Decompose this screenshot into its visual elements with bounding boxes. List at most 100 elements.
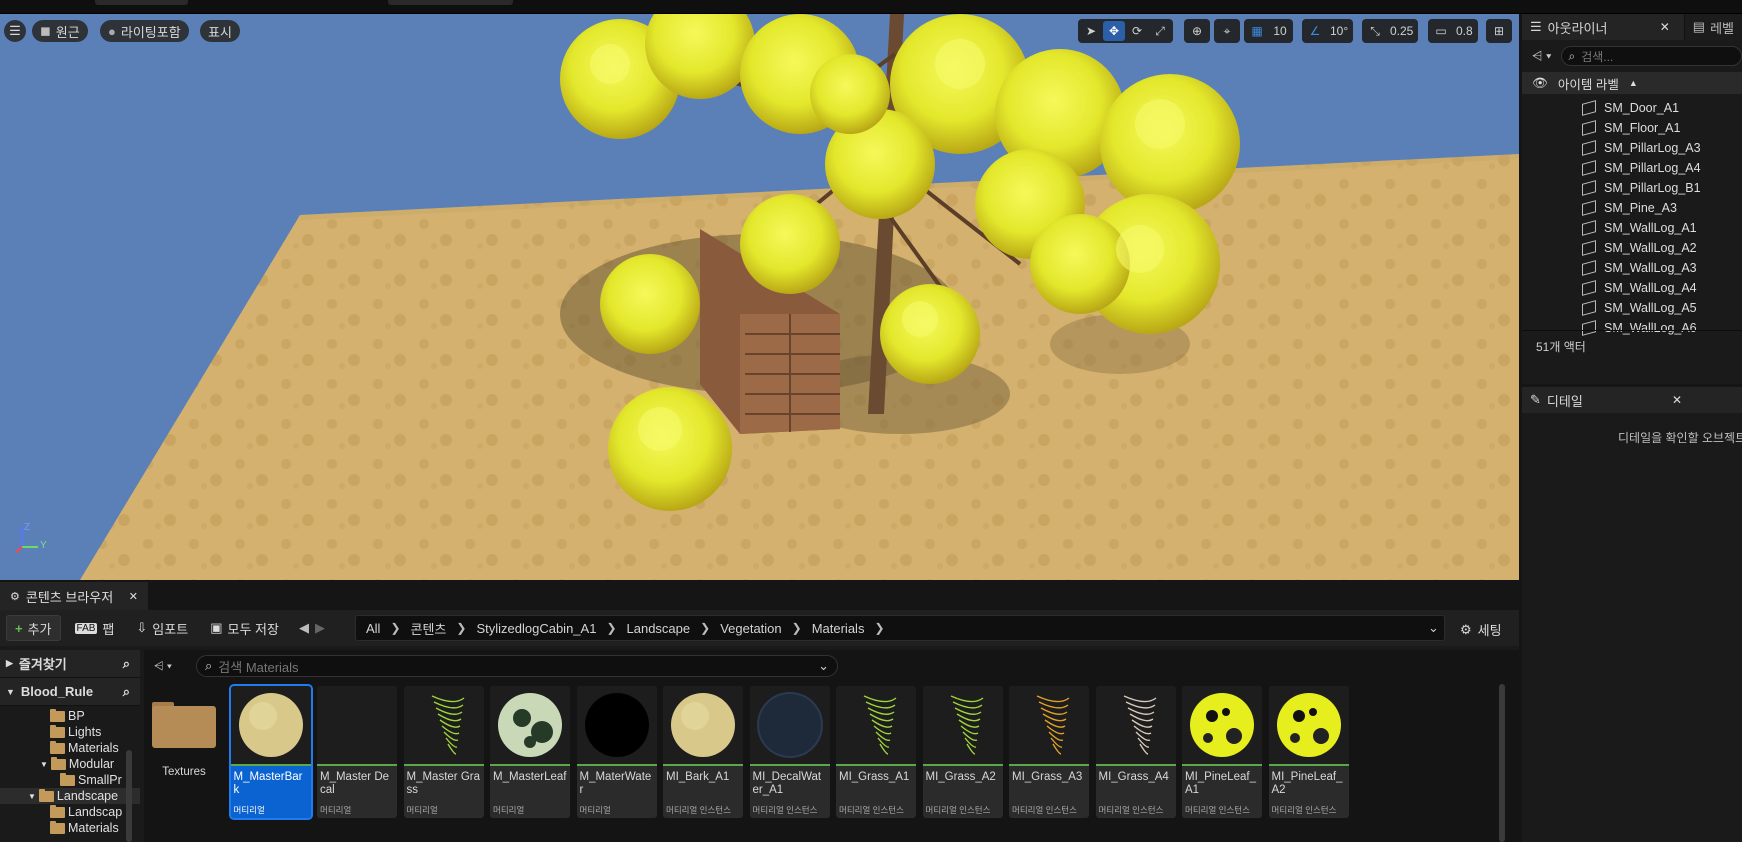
content-browser-tab[interactable]: ⚙ 콘텐츠 브라우저 ✕ [0,582,148,610]
save-all-button[interactable]: ▣ 모두 저장 [202,615,287,641]
chevron-right-icon[interactable]: ❯ [874,621,884,635]
tree-scrollbar[interactable] [126,750,132,842]
select-tool-icon[interactable]: ➤ [1080,21,1102,41]
outliner-search-input[interactable]: ⌕ 검색... [1561,46,1742,66]
asset-tile[interactable]: M_Master Decal 머티리얼 [317,686,397,818]
breadcrumb-item[interactable]: Materials [802,621,875,636]
breadcrumb-item[interactable]: 콘텐츠 [401,619,457,638]
asset-tile[interactable]: MI_Grass_A4 머티리얼 인스턴스 [1095,686,1176,818]
chevron-down-icon[interactable]: ▼ [28,792,36,801]
breadcrumb-item[interactable]: All [356,621,390,636]
outliner-row[interactable]: SM_WallLog_A2 [1522,238,1742,258]
folder-tree-item[interactable]: Lights [0,724,140,740]
asset-tile[interactable]: M_Master Grass 머티리얼 [403,686,484,818]
favorites-header[interactable]: ▶ 즐겨찾기 ⌕ [0,650,140,678]
filter-icon[interactable]: ⩤ ▾ [154,659,172,674]
scene-render[interactable] [0,14,1519,580]
breadcrumb-item[interactable]: Vegetation [710,621,791,636]
outliner-row[interactable]: SM_PillarLog_A4 [1522,158,1742,178]
move-tool-icon[interactable]: ✥ [1103,21,1125,41]
outliner-tab[interactable]: ☰ 아웃라이너 ✕ ▤ 레벨 [1522,14,1742,40]
outliner-row[interactable]: SM_WallLog_A4 [1522,278,1742,298]
forward-icon[interactable]: ▶ [315,620,325,636]
rotation-snap-value[interactable]: 10° [1327,21,1351,41]
back-icon[interactable]: ◀ [299,620,309,636]
chevron-right-icon[interactable]: ❯ [700,621,710,635]
grid-snap-value[interactable]: 10 [1269,21,1291,41]
show-button[interactable]: 표시 [200,20,240,42]
settings-button[interactable]: ⚙ 세팅 [1460,620,1502,639]
chevron-right-icon[interactable]: ❯ [390,621,400,635]
outliner-row[interactable]: SM_WallLog_A1 [1522,218,1742,238]
asset-scrollbar[interactable] [1499,684,1505,842]
chevron-right-icon[interactable]: ❯ [606,621,616,635]
perspective-button[interactable]: ◼ 원근 [32,20,88,42]
layout-grid-icon[interactable]: ⊞ [1488,21,1510,41]
outliner-column-header[interactable]: 👁 아이템 라벨 ▲ [1522,72,1742,94]
import-button[interactable]: ⇩ 임포트 [128,615,196,641]
chevron-right-icon[interactable]: ❯ [456,621,466,635]
angle-snap-icon[interactable]: ∠ [1304,21,1326,41]
folder-tile[interactable]: Textures [144,686,224,818]
asset-tile[interactable]: MI_Grass_A3 머티리얼 인스턴스 [1009,686,1089,818]
folder-tree-item[interactable]: SmallPr [0,772,140,788]
asset-tile[interactable]: MI_PineLeaf_A2 머티리얼 인스턴스 [1268,686,1349,818]
breadcrumb-item[interactable]: Landscape [617,621,701,636]
scale-snap-icon[interactable]: ⤡ [1364,21,1386,41]
toolbar-tab[interactable] [95,0,188,5]
folder-tree-item[interactable]: ▼ Modular [0,756,140,772]
search-icon[interactable]: ⌕ [123,684,130,700]
chevron-down-icon[interactable]: ▼ [40,760,48,769]
asset-tile[interactable]: MI_Grass_A1 머티리얼 인스턴스 [836,686,916,818]
chevron-right-icon[interactable]: ❯ [792,621,802,635]
asset-tile[interactable]: MI_Grass_A2 머티리얼 인스턴스 [922,686,1003,818]
close-icon[interactable]: ✕ [1672,393,1682,407]
toolbar-tab[interactable] [388,0,513,5]
asset-tile[interactable]: M_MasterBark 머티리얼 [228,684,313,820]
surface-snap-toggle[interactable]: ⌖ [1214,19,1240,43]
asset-tile[interactable]: MI_DecalWater_A1 머티리얼 인스턴스 [749,686,830,818]
project-header[interactable]: ▼ Blood_Rule ⌕ [0,678,140,706]
scale-snap-value[interactable]: 0.25 [1387,21,1416,41]
world-local-toggle[interactable]: ⊕ [1184,19,1210,43]
asset-search-input[interactable]: ⌕ 검색 Materials ⌄ [196,655,838,677]
outliner-row[interactable]: SM_PillarLog_B1 [1522,178,1742,198]
close-icon[interactable]: ✕ [1660,20,1670,34]
camera-icon[interactable]: ▭ [1430,21,1452,41]
outliner-row[interactable]: SM_WallLog_A6 [1522,318,1742,338]
outliner-row[interactable]: SM_WallLog_A5 [1522,298,1742,318]
outliner-row[interactable]: SM_Floor_A1 [1522,118,1742,138]
eye-icon[interactable]: 👁 [1532,76,1548,91]
viewport-menu-button[interactable]: ☰ [4,20,26,42]
folder-tree-item[interactable]: Materials [0,740,140,756]
fab-button[interactable]: FAB 팹 [67,615,123,641]
asset-tile[interactable]: MI_Bark_A1 머티리얼 인스턴스 [663,686,743,818]
breadcrumb-item[interactable]: StylizedlogCabin_A1 [466,621,606,636]
level-viewport[interactable]: Z Y ☰ ◼ 원근 ● 라이팅포함 표시 ➤ ✥ ⟳ ⤢ ⊕ ⌖ ▦ 10 ∠… [0,14,1519,580]
outliner-row[interactable]: SM_Pine_A3 [1522,198,1742,218]
viewport-layout-button[interactable]: ⊞ [1486,19,1512,43]
folder-tree-item[interactable]: Materials [0,820,140,836]
folder-tree-item[interactable]: BP [0,708,140,724]
chevron-down-icon[interactable]: ⌄ [818,658,829,674]
outliner-row[interactable]: SM_Door_A1 [1522,98,1742,118]
history-dropdown-icon[interactable]: ⌄ [1428,620,1439,636]
grid-snap-icon[interactable]: ▦ [1246,21,1268,41]
camera-speed-value[interactable]: 0.8 [1453,21,1476,41]
search-icon[interactable]: ⌕ [123,656,130,672]
globe-icon[interactable]: ⊕ [1186,21,1208,41]
asset-tile[interactable]: M_MaterWater 머티리얼 [576,686,657,818]
scale-tool-icon[interactable]: ⤢ [1149,21,1171,41]
asset-tile[interactable]: M_MasterLeaf 머티리얼 [490,686,570,818]
outliner-row[interactable]: SM_WallLog_A3 [1522,258,1742,278]
view-mode-button[interactable]: ● 라이팅포함 [100,20,189,42]
asset-tile[interactable]: MI_PineLeaf_A1 머티리얼 인스턴스 [1182,686,1262,818]
add-button[interactable]: + 추가 [6,615,61,641]
details-tab[interactable]: ✎ 디테일 ✕ [1522,387,1742,413]
surface-snap-icon[interactable]: ⌖ [1216,21,1238,41]
folder-tree-item[interactable]: ▼ Landscape [0,788,140,804]
levels-tab[interactable]: ▤ 레벨 [1683,14,1742,40]
filter-icon[interactable]: ⩤ ▾ [1532,48,1551,64]
rotate-tool-icon[interactable]: ⟳ [1126,21,1148,41]
outliner-row[interactable]: SM_PillarLog_A3 [1522,138,1742,158]
